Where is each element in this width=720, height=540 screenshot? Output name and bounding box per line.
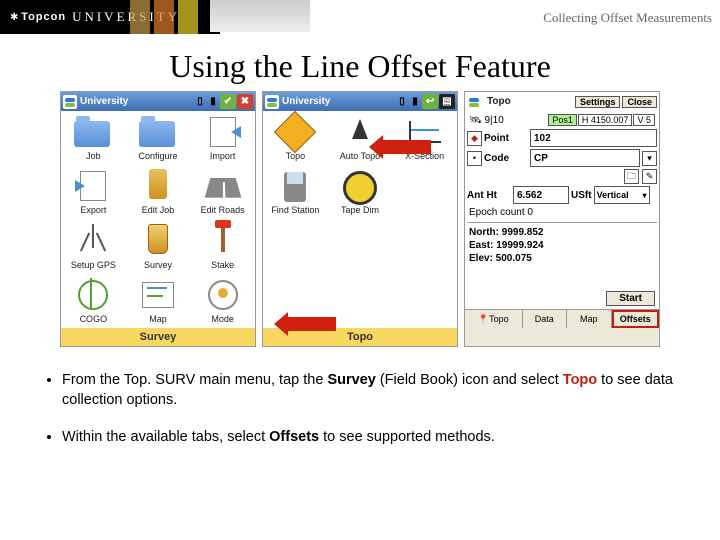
menu-x-section[interactable]: X-Section <box>392 111 457 165</box>
code-input[interactable]: CP <box>530 149 640 167</box>
device2-titlebar: University ▯ ▮ ↩ ▤ <box>263 92 457 111</box>
menu-topo[interactable]: Topo <box>263 111 328 165</box>
device1-titlebar: University ▯ ▮ ✔ ✖ <box>61 92 255 111</box>
main-menu-grid: Job Configure Import Export Edit Job Edi… <box>61 111 255 328</box>
point-icon: ◆ <box>467 131 482 146</box>
device-screenshots-row: University ▯ ▮ ✔ ✖ Job Configure Import … <box>0 91 720 347</box>
device1-title: University <box>80 96 128 107</box>
header-faded <box>210 0 310 32</box>
menu-survey[interactable]: Survey <box>126 220 191 274</box>
tab-data[interactable]: Data <box>523 310 567 328</box>
device3-titlebar: Topo Settings Close <box>465 92 659 112</box>
callout-arrow-topo <box>381 140 431 154</box>
menu-mode[interactable]: Mode <box>190 274 255 328</box>
ant-ht-unit: USft <box>571 190 592 201</box>
app-logo-icon <box>265 95 279 109</box>
start-button[interactable]: Start <box>606 291 655 306</box>
menu-find-station[interactable]: Find Station <box>263 165 328 219</box>
bullet-1: From the Top. SURV main menu, tap the Su… <box>62 371 698 410</box>
device3-title: Topo <box>487 96 511 107</box>
settings-button[interactable]: Settings <box>575 96 621 108</box>
slide-title: Using the Line Offset Feature <box>0 48 720 85</box>
menu-configure[interactable]: Configure <box>126 111 191 165</box>
v-label: V 5 <box>633 114 655 126</box>
battery-icon: ▮ <box>409 94 421 109</box>
back-icon[interactable]: ↩ <box>422 94 438 109</box>
device-topo-screen: Topo Settings Close 🛰 9|10 Pos1 H 4150.0… <box>464 91 660 347</box>
menu-map[interactable]: Map <box>126 274 191 328</box>
menu-job[interactable]: Job <box>61 111 126 165</box>
east-value: East: 19999.924 <box>467 239 657 252</box>
close-icon[interactable]: ✖ <box>237 94 253 109</box>
bottom-tabs: 📍 Topo Data Map Offsets <box>465 309 659 328</box>
menu-setup-gps[interactable]: Setup GPS <box>61 220 126 274</box>
ok-icon[interactable]: ✔ <box>220 94 236 109</box>
tool-icon-1[interactable]: 🗀 <box>624 169 639 184</box>
callout-arrow-survey <box>286 317 336 331</box>
battery-icon: ▮ <box>207 94 219 109</box>
brand-logo: ✱ Topcon <box>10 11 66 23</box>
device1-footer: Survey <box>61 328 255 346</box>
close-button[interactable]: Close <box>622 96 657 108</box>
header-subtitle: Collecting Offset Measurements <box>543 10 712 26</box>
satellite-indicator: 🛰 9|10 <box>469 115 504 126</box>
menu-edit-job[interactable]: Edit Job <box>126 165 191 219</box>
elev-value: Elev: 500.075 <box>467 252 657 265</box>
point-input[interactable]: 102 <box>530 129 657 147</box>
menu-stake[interactable]: Stake <box>190 220 255 274</box>
device-main-menu: University ▯ ▮ ✔ ✖ Job Configure Import … <box>60 91 256 347</box>
instruction-bullets: From the Top. SURV main menu, tap the Su… <box>22 371 698 448</box>
signal-icon: ▯ <box>396 94 408 109</box>
menu-export[interactable]: Export <box>61 165 126 219</box>
status-bar: 🛰 9|10 Pos1 H 4150.007 V 5 <box>467 113 657 127</box>
slide-header: ✱ Topcon UNIVERSITY Collecting Offset Me… <box>0 0 720 40</box>
menu-tape-dim[interactable]: Tape Dim <box>328 165 393 219</box>
ant-ht-value[interactable]: 6.562 <box>513 186 569 204</box>
north-value: North: 9999.852 <box>467 226 657 239</box>
code-dropdown-icon[interactable]: ▾ <box>642 151 657 166</box>
menu-icon[interactable]: ▤ <box>439 94 455 109</box>
h-label: H 4150.007 <box>578 114 633 126</box>
tab-offsets[interactable]: Offsets <box>612 310 659 328</box>
ant-ht-label: Ant Ht <box>467 190 511 201</box>
menu-import[interactable]: Import <box>190 111 255 165</box>
app-logo-icon <box>467 95 481 109</box>
epoch-count: Epoch count 0 <box>467 206 657 219</box>
tab-topo[interactable]: 📍 Topo <box>465 310 523 328</box>
menu-cogo[interactable]: COGO <box>61 274 126 328</box>
signal-icon: ▯ <box>194 94 206 109</box>
pos1-tab[interactable]: Pos1 <box>548 114 577 126</box>
code-icon: • <box>467 151 482 166</box>
device-survey-menu: University ▯ ▮ ↩ ▤ Topo Auto Topo X-Sect… <box>262 91 458 347</box>
header-stripes <box>130 0 202 34</box>
app-logo-icon <box>63 95 77 109</box>
bullet-2: Within the available tabs, select Offset… <box>62 428 698 448</box>
tool-icon-2[interactable]: ✎ <box>642 169 657 184</box>
tab-map[interactable]: Map <box>567 310 611 328</box>
code-label: Code <box>484 153 528 164</box>
point-label: Point <box>484 133 528 144</box>
vertical-dropdown[interactable]: Vertical <box>594 186 650 204</box>
menu-edit-roads[interactable]: Edit Roads <box>190 165 255 219</box>
device2-title: University <box>282 96 330 107</box>
